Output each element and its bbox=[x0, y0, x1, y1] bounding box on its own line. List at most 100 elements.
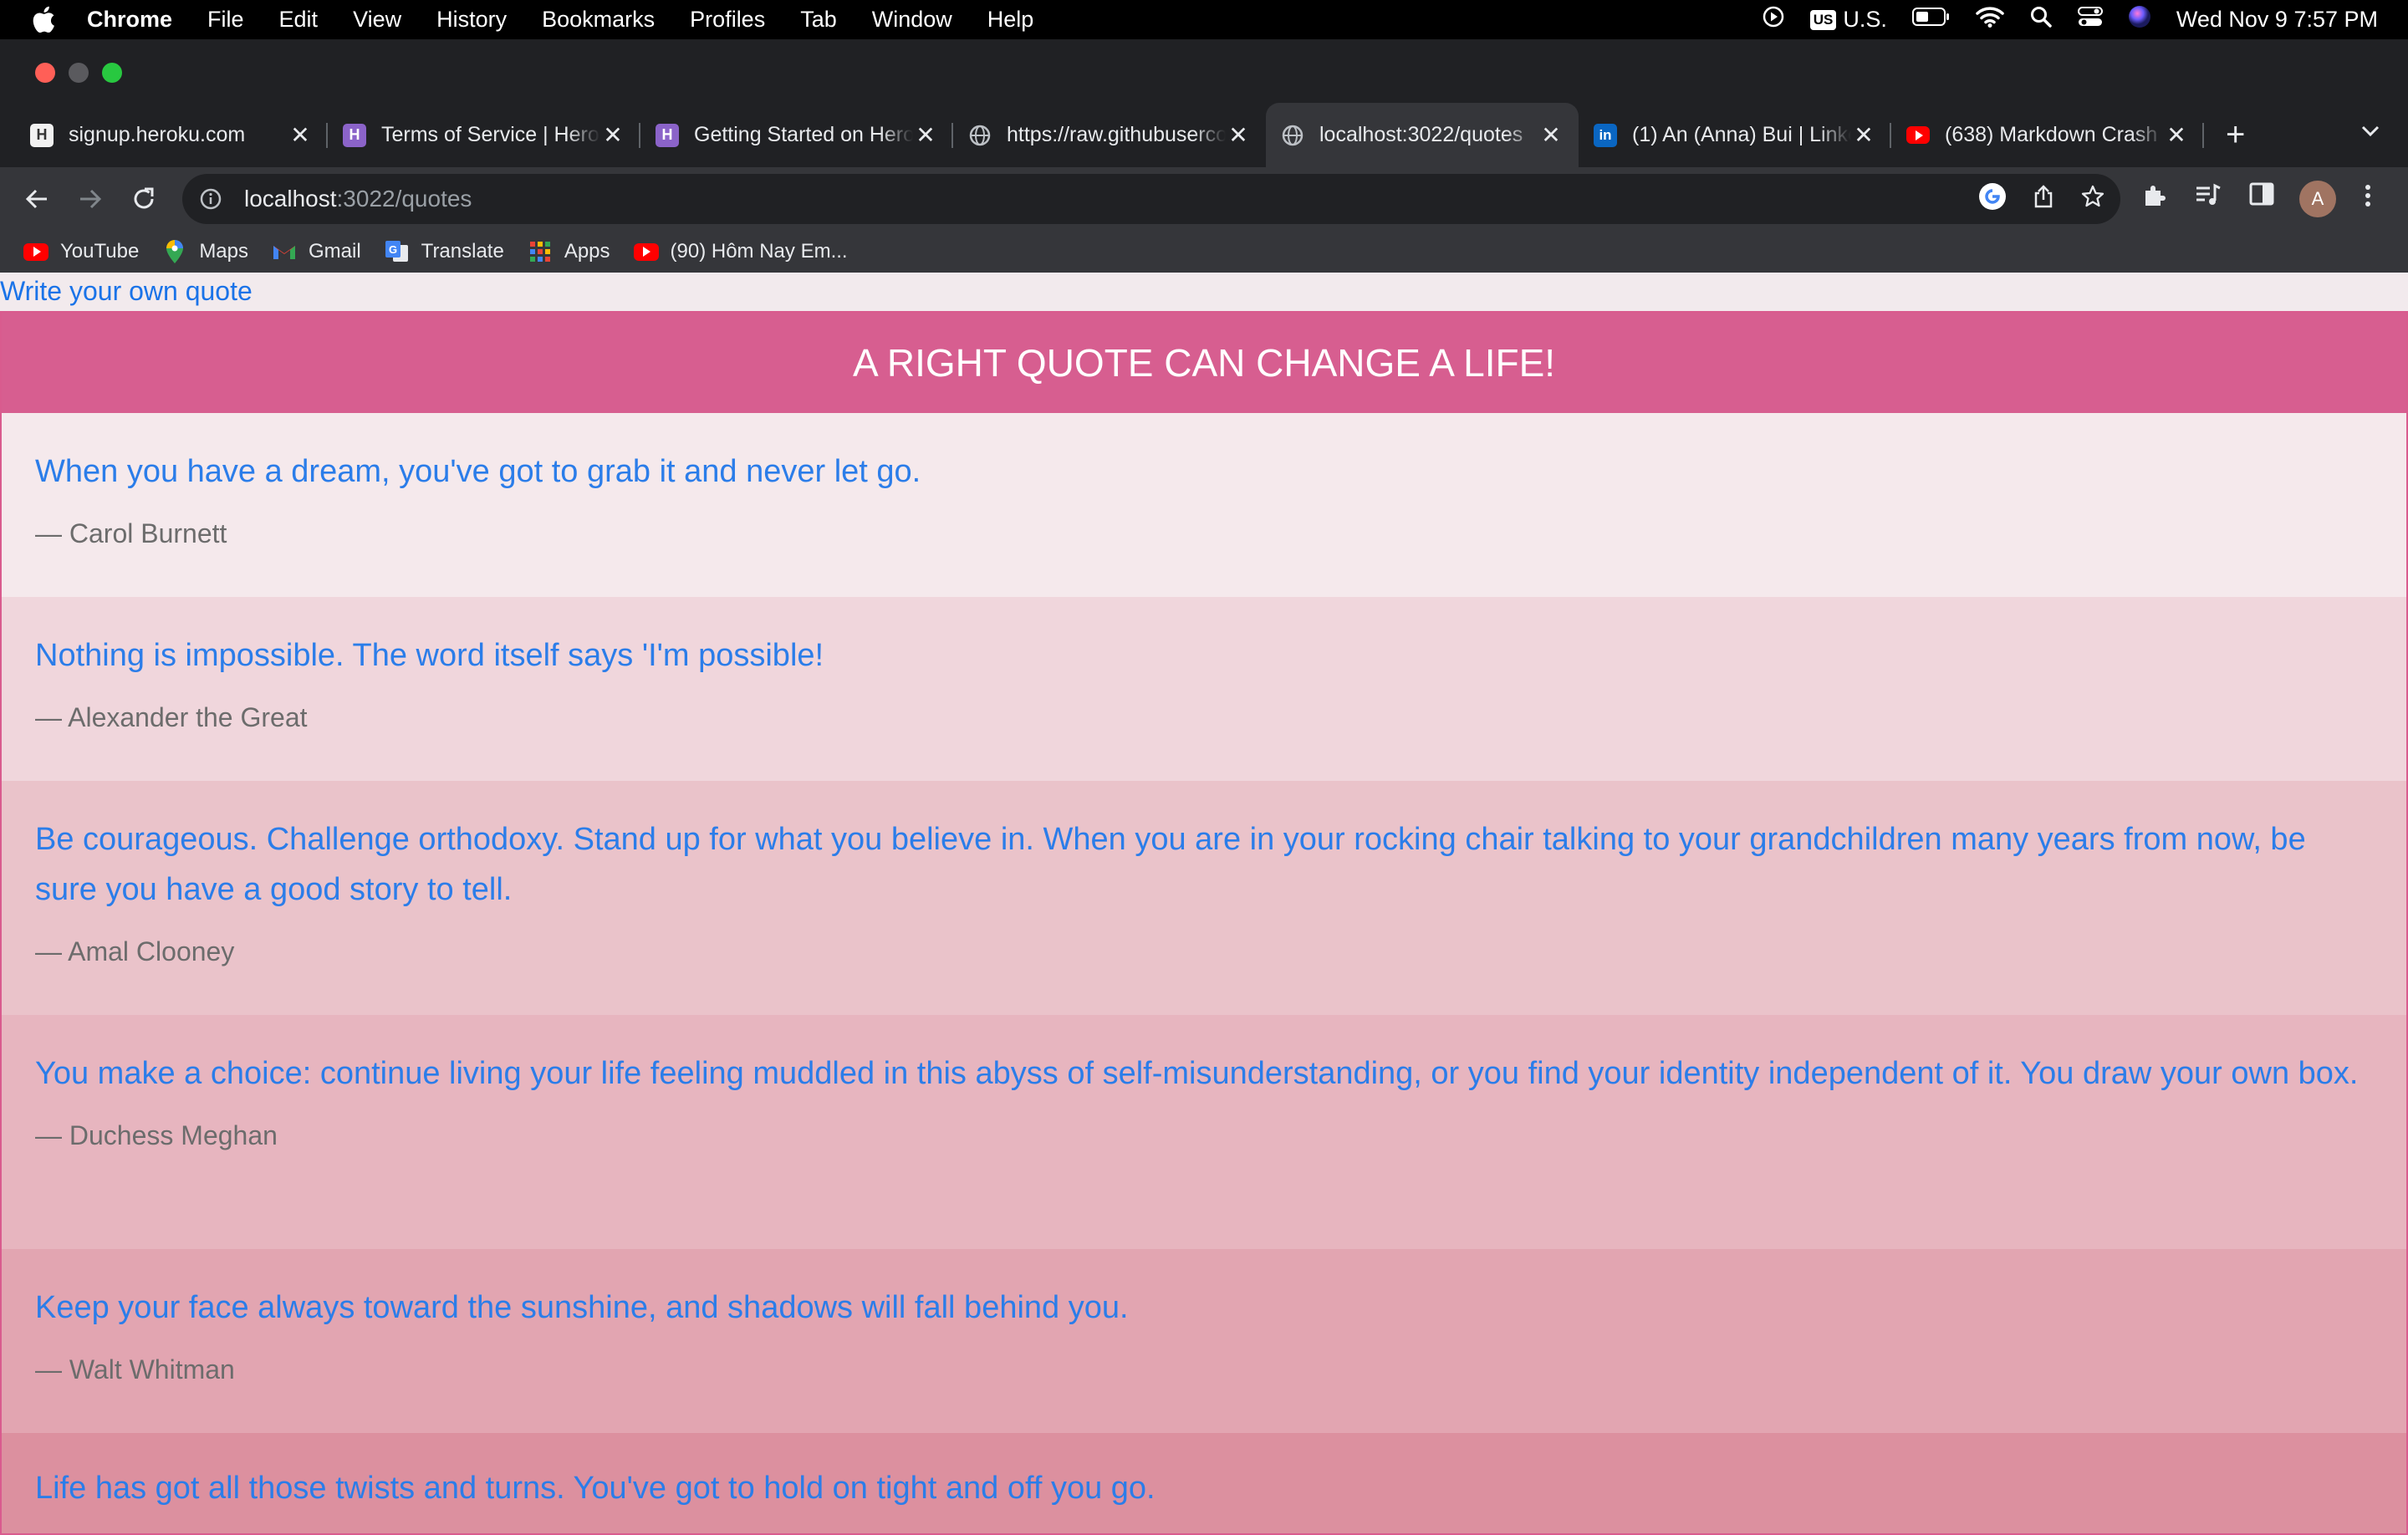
youtube-icon bbox=[23, 242, 48, 262]
input-source-label: U.S. bbox=[1843, 7, 1887, 32]
menu-edit[interactable]: Edit bbox=[279, 7, 319, 33]
tab-close-icon[interactable]: ✕ bbox=[288, 121, 313, 149]
quote-item: You make a choice: continue living your … bbox=[2, 1015, 2406, 1249]
quote-text: Be courageous. Challenge orthodoxy. Stan… bbox=[35, 822, 2306, 907]
extensions-icon[interactable] bbox=[2140, 182, 2167, 209]
forward-button[interactable] bbox=[74, 182, 107, 216]
linkedin-icon: in bbox=[1594, 123, 1617, 147]
tab-close-icon[interactable]: ✕ bbox=[2164, 121, 2189, 149]
menu-history[interactable]: History bbox=[436, 7, 507, 33]
wifi-icon[interactable] bbox=[1976, 6, 2004, 33]
menu-app-name[interactable]: Chrome bbox=[87, 7, 172, 33]
tab-search-chevron-icon[interactable] bbox=[2358, 118, 2383, 147]
quote-item: Life has got all those twists and turns.… bbox=[2, 1433, 2406, 1533]
google-lens-icon[interactable] bbox=[1978, 182, 2007, 217]
page-content: Write your own quote A RIGHT QUOTE CAN C… bbox=[0, 273, 2408, 1535]
tab-title: Getting Started on Heroku bbox=[694, 123, 913, 146]
tab-markdown-crash-course[interactable]: (638) Markdown Crash Course ✕ bbox=[1891, 103, 2204, 167]
apps-grid-icon bbox=[528, 242, 553, 262]
menu-tab[interactable]: Tab bbox=[800, 7, 837, 33]
bookmark-label: Maps bbox=[199, 240, 248, 263]
side-panel-icon[interactable] bbox=[2249, 182, 2274, 206]
bookmark-hom-nay-em[interactable]: (90) Hôm Nay Em... bbox=[633, 240, 848, 263]
back-button[interactable] bbox=[20, 182, 54, 216]
write-your-own-quote-link[interactable]: Write your own quote bbox=[0, 276, 253, 307]
media-queue-icon[interactable] bbox=[2194, 182, 2222, 207]
bookmark-translate[interactable]: G Translate bbox=[385, 240, 504, 263]
menu-clock[interactable]: Wed Nov 9 7:57 PM bbox=[2176, 7, 2378, 33]
input-source-badge: US bbox=[1809, 9, 1837, 30]
tab-title: Terms of Service | Heroku bbox=[381, 123, 600, 146]
menu-profiles[interactable]: Profiles bbox=[690, 7, 765, 33]
spotlight-search-icon[interactable] bbox=[2029, 5, 2053, 34]
quote-item: When you have a dream, you've got to gra… bbox=[2, 413, 2406, 597]
siri-icon[interactable] bbox=[2128, 5, 2151, 34]
bookmark-star-icon[interactable] bbox=[2080, 184, 2105, 215]
globe-icon bbox=[968, 124, 992, 147]
new-tab-button[interactable]: + bbox=[2226, 118, 2245, 151]
bookmark-youtube[interactable]: YouTube bbox=[23, 240, 139, 263]
share-icon[interactable] bbox=[2032, 184, 2055, 215]
menu-help[interactable]: Help bbox=[987, 7, 1034, 33]
bookmark-gmail[interactable]: Gmail bbox=[272, 240, 361, 263]
chrome-menu-icon[interactable] bbox=[2363, 182, 2373, 209]
quote-item: Be courageous. Challenge orthodoxy. Stan… bbox=[2, 781, 2406, 1015]
svg-text:G: G bbox=[389, 243, 397, 256]
heroku-icon: H bbox=[343, 123, 366, 147]
heroku-icon: H bbox=[30, 123, 54, 147]
tab-strip: H signup.heroku.com ✕ H Terms of Service… bbox=[0, 103, 2408, 167]
tab-close-icon[interactable]: ✕ bbox=[1538, 121, 1564, 149]
quote-text: When you have a dream, you've got to gra… bbox=[35, 454, 921, 489]
tab-close-icon[interactable]: ✕ bbox=[1226, 121, 1251, 149]
bookmark-maps[interactable]: Maps bbox=[162, 240, 248, 263]
profile-avatar[interactable]: A bbox=[2299, 181, 2336, 217]
quote-item: Nothing is impossible. The word itself s… bbox=[2, 597, 2406, 781]
reload-button[interactable] bbox=[127, 182, 161, 216]
bookmarks-bar: YouTube Maps Gmail G Translate Apps (90)… bbox=[0, 231, 2408, 273]
tab-close-icon[interactable]: ✕ bbox=[1851, 121, 1876, 149]
site-info-icon[interactable] bbox=[199, 187, 222, 211]
tab-signup-heroku[interactable]: H signup.heroku.com ✕ bbox=[15, 103, 328, 167]
input-source-menu[interactable]: US U.S. bbox=[1809, 7, 1887, 33]
control-center-icon[interactable] bbox=[2077, 6, 2103, 33]
heroku-icon: H bbox=[656, 123, 679, 147]
menu-bookmarks[interactable]: Bookmarks bbox=[542, 7, 655, 33]
battery-icon[interactable] bbox=[1911, 7, 1951, 33]
maps-icon bbox=[162, 240, 187, 263]
tab-title: (1) An (Anna) Bui | LinkedIn bbox=[1632, 123, 1851, 146]
browser-toolbar: localhost:3022/quotes A bbox=[0, 167, 2408, 231]
zoom-window-button[interactable] bbox=[102, 63, 122, 83]
quote-author: — Amal Clooney bbox=[35, 936, 235, 966]
tab-localhost-quotes[interactable]: localhost:3022/quotes ✕ bbox=[1266, 103, 1579, 167]
close-window-button[interactable] bbox=[35, 63, 55, 83]
youtube-icon bbox=[1906, 124, 1930, 147]
quote-item: Keep your face always toward the sunshin… bbox=[2, 1249, 2406, 1433]
tab-getting-started[interactable]: H Getting Started on Heroku ✕ bbox=[640, 103, 953, 167]
quote-author: — Alexander the Great bbox=[35, 702, 308, 732]
bookmark-label: (90) Hôm Nay Em... bbox=[670, 240, 848, 263]
profile-initial: A bbox=[2299, 181, 2336, 217]
media-play-icon[interactable] bbox=[1762, 5, 1785, 34]
address-bar[interactable]: localhost:3022/quotes bbox=[182, 174, 2120, 224]
bookmark-label: Apps bbox=[564, 240, 610, 263]
menu-file[interactable]: File bbox=[207, 7, 244, 33]
gmail-icon bbox=[272, 242, 297, 262]
url-path: :3022/quotes bbox=[336, 186, 472, 212]
tab-title: https://raw.githubusercontent.com bbox=[1007, 123, 1226, 146]
menu-window[interactable]: Window bbox=[872, 7, 952, 33]
tab-terms-of-service[interactable]: H Terms of Service | Heroku ✕ bbox=[328, 103, 640, 167]
menu-view[interactable]: View bbox=[353, 7, 401, 33]
tab-close-icon[interactable]: ✕ bbox=[913, 121, 938, 149]
tab-title: signup.heroku.com bbox=[69, 123, 246, 146]
tab-separator bbox=[2202, 123, 2204, 148]
tab-raw-githubusercontent[interactable]: https://raw.githubusercontent.com ✕ bbox=[953, 103, 1266, 167]
bookmark-apps[interactable]: Apps bbox=[528, 240, 610, 263]
quote-author: — Duchess Meghan bbox=[35, 1120, 278, 1150]
tab-close-icon[interactable]: ✕ bbox=[600, 121, 625, 149]
tab-linkedin[interactable]: in (1) An (Anna) Bui | LinkedIn ✕ bbox=[1579, 103, 1891, 167]
minimize-window-button[interactable] bbox=[69, 63, 89, 83]
apple-icon[interactable] bbox=[32, 6, 57, 34]
youtube-icon bbox=[633, 242, 659, 262]
quote-text: Nothing is impossible. The word itself s… bbox=[35, 638, 824, 673]
bookmark-label: Translate bbox=[421, 240, 504, 263]
